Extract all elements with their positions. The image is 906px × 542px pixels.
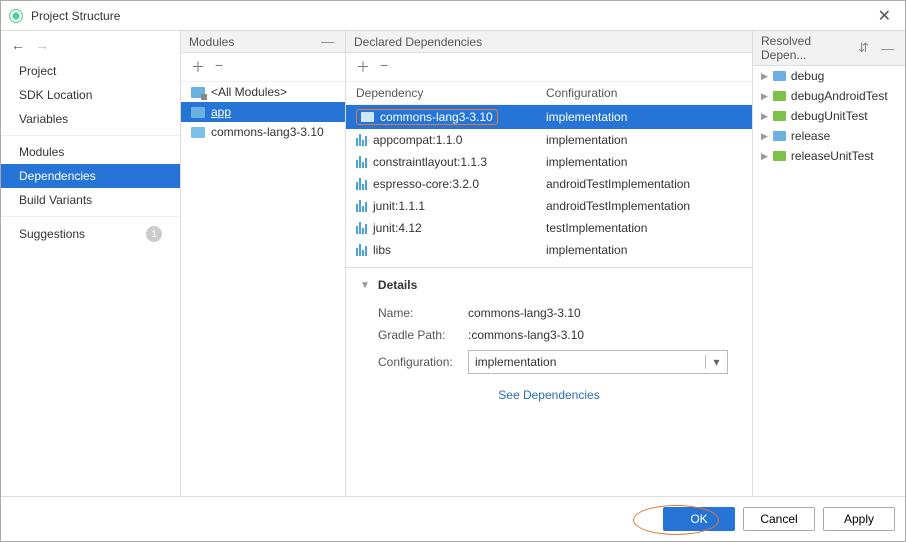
detail-path-label: Gradle Path: bbox=[378, 328, 468, 342]
expand-icon[interactable]: ▶ bbox=[761, 91, 768, 102]
folder-icon bbox=[773, 71, 786, 81]
resolved-item[interactable]: ▶releaseUnitTest bbox=[753, 146, 905, 166]
folder-icon bbox=[773, 151, 786, 161]
remove-module-button[interactable]: − bbox=[215, 57, 223, 77]
add-dependency-button[interactable]: ＋ bbox=[356, 57, 370, 77]
detail-name-value: commons-lang3-3.10 bbox=[468, 306, 581, 320]
nav-item-build-variants[interactable]: Build Variants bbox=[1, 188, 180, 212]
modules-panel: Modules — ＋ − <All Modules>appcommons-la… bbox=[181, 31, 346, 496]
dependency-row[interactable]: espresso-core:3.2.0androidTestImplementa… bbox=[346, 173, 752, 195]
dependency-row[interactable]: appcompat:1.1.0implementation bbox=[346, 129, 752, 151]
minimize-icon[interactable]: — bbox=[318, 34, 337, 49]
collapse-icon[interactable]: ▼ bbox=[360, 280, 370, 291]
modules-title: Modules bbox=[189, 35, 312, 49]
remove-dependency-button[interactable]: − bbox=[380, 57, 388, 77]
configuration-select[interactable]: implementation ▾ bbox=[468, 350, 728, 374]
expand-icon[interactable]: ▶ bbox=[761, 151, 768, 162]
dependencies-panel: Declared Dependencies ＋ − Dependency Con… bbox=[346, 31, 753, 496]
see-dependencies-link[interactable]: See Dependencies bbox=[360, 378, 738, 404]
dependency-row[interactable]: junit:1.1.1androidTestImplementation bbox=[346, 195, 752, 217]
detail-name-label: Name: bbox=[378, 306, 468, 320]
titlebar: Project Structure ✕ bbox=[1, 1, 905, 31]
module-item[interactable]: <All Modules> bbox=[181, 82, 345, 102]
lib-icon bbox=[356, 178, 367, 190]
resolved-item[interactable]: ▶release bbox=[753, 126, 905, 146]
close-icon[interactable]: ✕ bbox=[872, 6, 897, 26]
expand-icon[interactable]: ▶ bbox=[761, 111, 768, 122]
window-title: Project Structure bbox=[31, 9, 872, 23]
chevron-down-icon[interactable]: ▾ bbox=[705, 355, 727, 369]
resolved-item[interactable]: ▶debugAndroidTest bbox=[753, 86, 905, 106]
col-dependency: Dependency bbox=[356, 86, 546, 100]
resolved-title: Resolved Depen... bbox=[761, 34, 849, 62]
add-module-button[interactable]: ＋ bbox=[191, 57, 205, 77]
filter-icon[interactable]: ⇵ bbox=[855, 40, 872, 56]
nav-forward-icon: → bbox=[35, 37, 49, 53]
resolved-item[interactable]: ▶debugUnitTest bbox=[753, 106, 905, 126]
col-configuration: Configuration bbox=[546, 86, 742, 100]
dependency-row[interactable]: commons-lang3-3.10implementation bbox=[346, 105, 752, 129]
ok-button[interactable]: OK bbox=[663, 507, 735, 531]
folder-icon bbox=[191, 107, 205, 118]
lib-icon bbox=[356, 244, 367, 256]
nav-item-sdk-location[interactable]: SDK Location bbox=[1, 83, 180, 107]
detail-path-value: :commons-lang3-3.10 bbox=[468, 328, 584, 342]
nav-item-modules[interactable]: Modules bbox=[1, 140, 180, 164]
folder-icon bbox=[191, 87, 205, 98]
folder-icon bbox=[191, 127, 205, 138]
nav-back-icon[interactable]: ← bbox=[11, 37, 25, 53]
nav-item-project[interactable]: Project bbox=[1, 59, 180, 83]
folder-icon bbox=[773, 91, 786, 101]
dependency-row[interactable]: junit:4.12testImplementation bbox=[346, 217, 752, 239]
nav-item-dependencies[interactable]: Dependencies bbox=[1, 164, 180, 188]
module-item[interactable]: app bbox=[181, 102, 345, 122]
nav-item-variables[interactable]: Variables bbox=[1, 107, 180, 131]
folder-icon bbox=[773, 111, 786, 121]
folder-icon bbox=[361, 112, 374, 122]
dependency-row[interactable]: libsimplementation bbox=[346, 239, 752, 261]
footer: OK Cancel Apply bbox=[1, 496, 905, 541]
expand-icon[interactable]: ▶ bbox=[761, 131, 768, 142]
lib-icon bbox=[356, 156, 367, 168]
lib-icon bbox=[356, 222, 367, 234]
detail-config-label: Configuration: bbox=[378, 355, 468, 369]
details-section: ▼ Details Name:commons-lang3-3.10 Gradle … bbox=[346, 267, 752, 414]
resolved-panel: Resolved Depen... ⇵ — ▶debug▶debugAndroi… bbox=[753, 31, 905, 496]
lib-icon bbox=[356, 134, 367, 146]
minimize-icon[interactable]: — bbox=[878, 41, 897, 56]
lib-icon bbox=[356, 200, 367, 212]
dependency-row[interactable]: constraintlayout:1.1.3implementation bbox=[346, 151, 752, 173]
deps-title: Declared Dependencies bbox=[354, 35, 744, 49]
nav-item-suggestions[interactable]: Suggestions1 bbox=[1, 221, 180, 247]
details-title: Details bbox=[378, 278, 417, 292]
project-structure-window: Project Structure ✕ ← → ProjectSDK Locat… bbox=[0, 0, 906, 542]
module-item[interactable]: commons-lang3-3.10 bbox=[181, 122, 345, 142]
apply-button[interactable]: Apply bbox=[823, 507, 895, 531]
folder-icon bbox=[773, 131, 786, 141]
suggestions-badge: 1 bbox=[146, 226, 162, 242]
android-studio-icon bbox=[9, 9, 23, 23]
cancel-button[interactable]: Cancel bbox=[743, 507, 815, 531]
sidebar-nav: ← → ProjectSDK LocationVariables ModulesD… bbox=[1, 31, 181, 496]
expand-icon[interactable]: ▶ bbox=[761, 71, 768, 82]
resolved-item[interactable]: ▶debug bbox=[753, 66, 905, 86]
